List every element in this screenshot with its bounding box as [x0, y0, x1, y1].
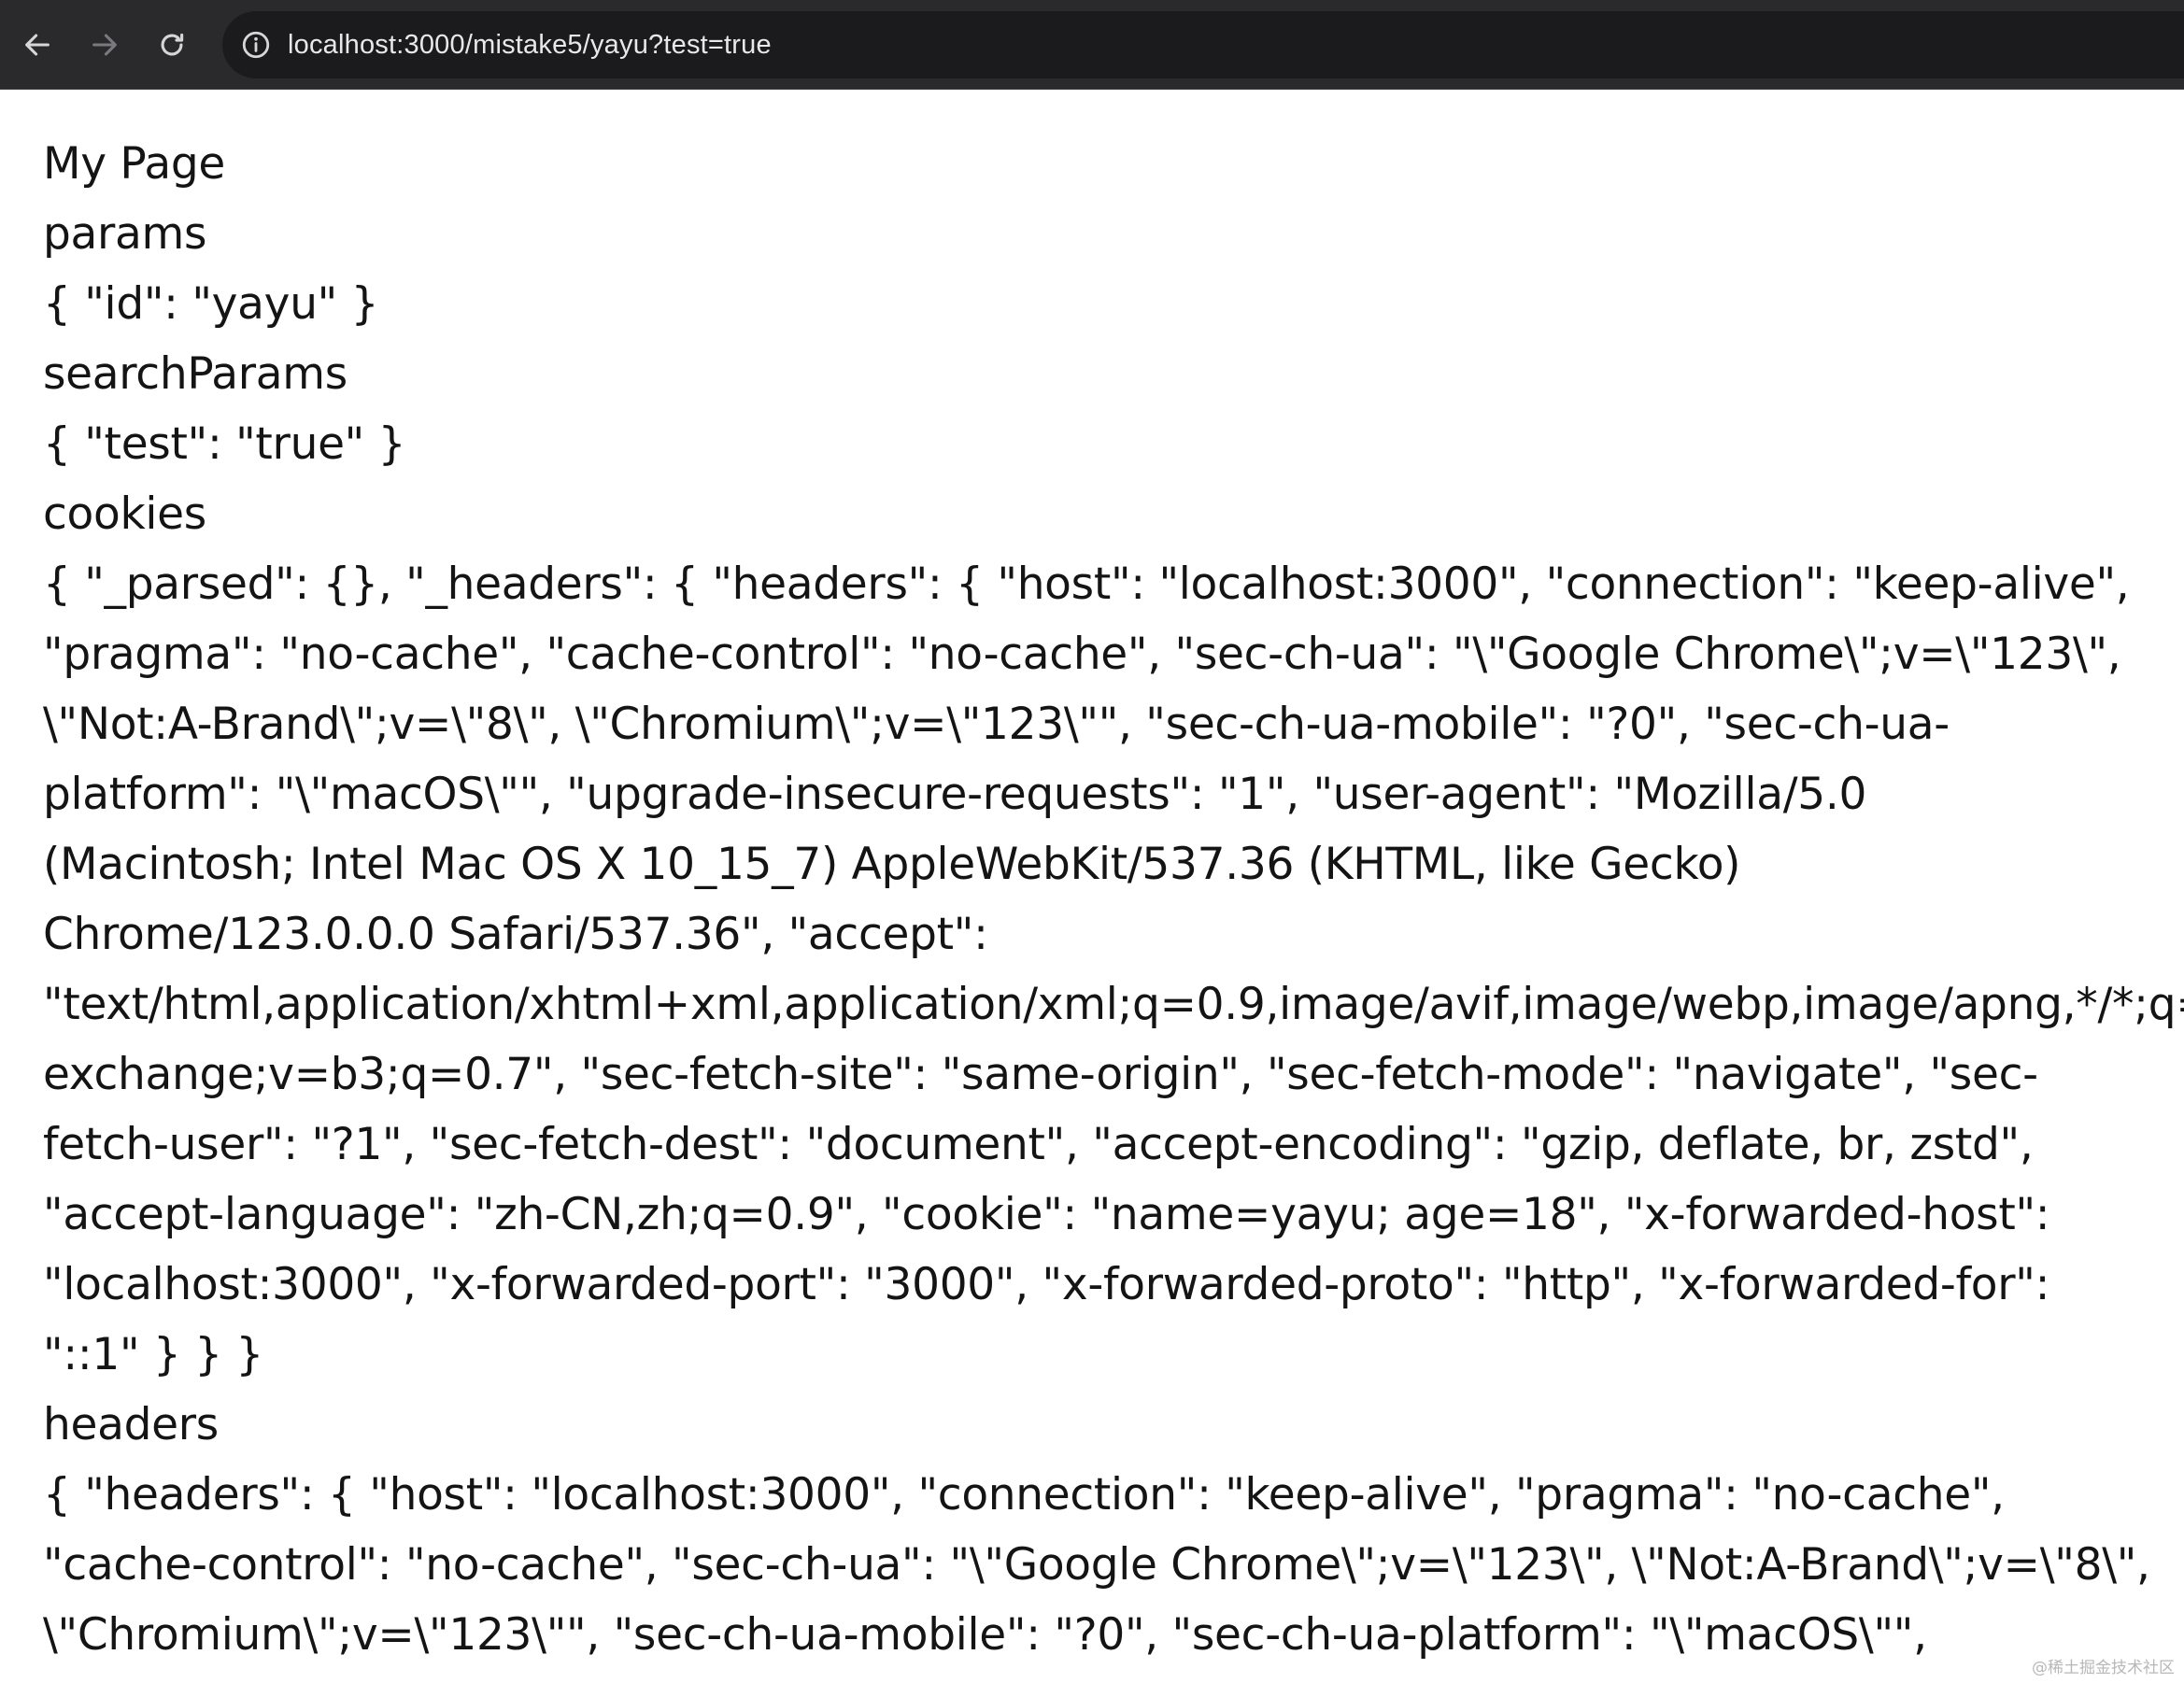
cookies-value-line: "pragma": "no-cache", "cache-control": "… — [43, 629, 2121, 680]
search-params-value: { "test": "true" } — [43, 418, 406, 470]
reload-icon — [161, 33, 184, 56]
cookies-value-line: { "_parsed": {}, "_headers": { "headers"… — [43, 559, 2130, 610]
reload-button[interactable] — [148, 21, 196, 69]
browser-toolbar: localhost:3000/mistake5/yayu?test=true — [0, 0, 2184, 90]
cookies-value-line: fetch-user": "?1", "sec-fetch-dest": "do… — [43, 1119, 2034, 1170]
cookies-value-line: (Macintosh; Intel Mac OS X 10_15_7) Appl… — [43, 839, 1741, 890]
page-title: My Page — [43, 138, 225, 190]
arrow-right-icon — [92, 34, 117, 56]
params-label: params — [43, 208, 207, 260]
cookies-value-line: \"Not:A-Brand\";v=\"8\", \"Chromium\";v=… — [43, 699, 1950, 750]
back-button[interactable] — [13, 21, 62, 69]
cookies-value-line: "::1" } } } — [43, 1329, 264, 1380]
cookies-value-line: Chrome/123.0.0.0 Safari/537.36", "accept… — [43, 909, 988, 960]
search-params-label: searchParams — [43, 348, 347, 400]
page-content: My Page params { "id": "yayu" } searchPa… — [0, 90, 2184, 1683]
headers-value-line: { "headers": { "host": "localhost:3000",… — [43, 1469, 2005, 1520]
cookies-value-line: "text/html,application/xhtml+xml,applica… — [43, 979, 2184, 1030]
cookies-label: cookies — [43, 488, 206, 540]
headers-value-line: "cache-control": "no-cache", "sec-ch-ua"… — [43, 1539, 2150, 1591]
url-text[interactable]: localhost:3000/mistake5/yayu?test=true — [288, 30, 772, 61]
cookies-value-line: "accept-language": "zh-CN,zh;q=0.9", "co… — [43, 1189, 2050, 1240]
forward-button[interactable] — [80, 21, 129, 69]
cookies-value-line: "localhost:3000", "x-forwarded-port": "3… — [43, 1259, 2050, 1310]
cookies-value-line: exchange;v=b3;q=0.7", "sec-fetch-site": … — [43, 1049, 2038, 1100]
site-info-button[interactable] — [239, 28, 273, 62]
params-value: { "id": "yayu" } — [43, 278, 379, 330]
arrow-left-icon — [25, 34, 50, 56]
cookies-value-line: platform": "\"macOS\"", "upgrade-insecur… — [43, 769, 1867, 820]
address-bar[interactable]: localhost:3000/mistake5/yayu?test=true — [222, 11, 2184, 78]
headers-label: headers — [43, 1399, 219, 1450]
watermark: @稀土掘金技术社区 — [2032, 1659, 2175, 1677]
page-text-block: My Page params { "id": "yayu" } searchPa… — [43, 129, 2184, 1670]
info-icon — [242, 31, 270, 59]
headers-value-line: \"Chromium\";v=\"123\"", "sec-ch-ua-mobi… — [43, 1609, 1927, 1661]
